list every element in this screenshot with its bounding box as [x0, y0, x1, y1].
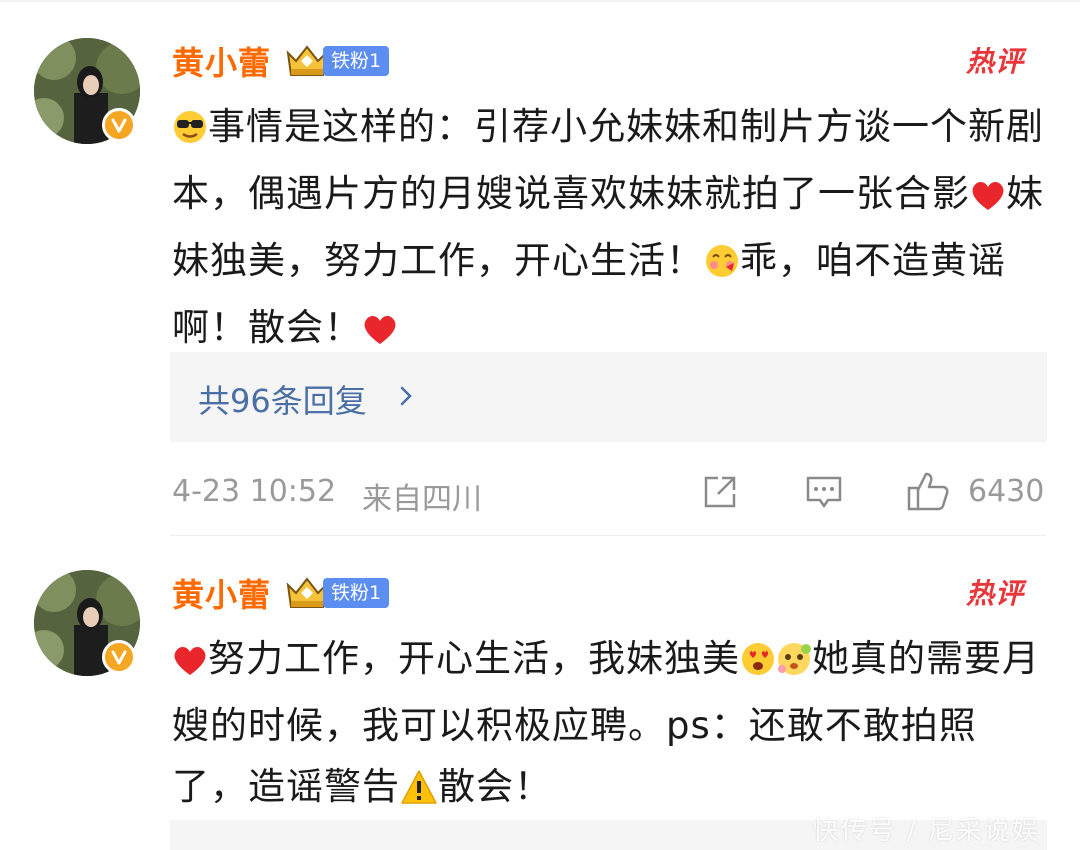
chevron-right-icon	[398, 384, 414, 412]
comment-text: 努力工作，开心生活，我妹独美 她真的需要月嫂的时候，我可以积极应聘。ps：还敢不…	[172, 628, 1052, 823]
hot-comment-tag: 热评	[965, 577, 1024, 610]
like-count: 6430	[968, 474, 1045, 509]
heart-icon	[970, 169, 1006, 230]
username[interactable]: 黄小蕾	[172, 570, 271, 616]
comment-item: 黄小蕾 铁粉1 热评 事情是这样的：引荐小允妹妹和制片方谈一个新剧本，偶遇片方的…	[0, 0, 1080, 535]
verified-v-icon	[102, 640, 136, 674]
flower-face-emoji-icon	[776, 634, 812, 695]
comment-item: 黄小蕾 铁粉1 热评 努力工作，开心生活，我妹独美 她真的需要月嫂的时候，我可以…	[0, 538, 1080, 850]
username[interactable]: 黄小蕾	[172, 38, 271, 84]
fan-badge[interactable]: 铁粉1	[323, 46, 390, 76]
view-replies-link[interactable]: 共96条回复	[198, 376, 367, 422]
heart-icon	[172, 634, 208, 695]
verified-v-icon	[102, 108, 136, 142]
thumbs-up-icon[interactable]	[906, 470, 950, 516]
location-source: 来自四川	[362, 482, 482, 517]
share-icon[interactable]	[700, 472, 740, 516]
kiss-emoji-icon	[704, 236, 740, 297]
hot-comment-tag: 热评	[965, 45, 1024, 78]
comment-text-part: 努力工作，开心生活，我妹独美	[208, 637, 740, 680]
watermark: 快传号 / 尼采说娱	[812, 816, 1040, 846]
fan-badge[interactable]: 铁粉1	[323, 578, 390, 608]
heart-eyes-emoji-icon	[740, 634, 776, 695]
warning-icon	[400, 762, 438, 823]
comment-divider	[170, 535, 1046, 536]
comment-text: 事情是这样的：引荐小允妹妹和制片方谈一个新剧本，偶遇片方的月嫂说喜欢妹妹就拍了一…	[172, 96, 1052, 364]
comment-text-part: 事情是这样的：引荐小允妹妹和制片方谈一个新剧本，偶遇片方的月嫂说喜欢妹妹就拍了一…	[172, 105, 1044, 215]
timestamp: 4-23 10:52	[172, 474, 337, 509]
username-row: 黄小蕾 铁粉1	[172, 570, 390, 616]
sunglasses-emoji-icon	[172, 102, 208, 163]
comment-meta-row: 4-23 10:52 来自四川 6430	[172, 470, 1047, 517]
username-row: 黄小蕾 铁粉1	[172, 38, 390, 84]
replies-panel[interactable]: 共96条回复	[170, 352, 1047, 442]
comment-icon[interactable]	[804, 472, 844, 516]
comment-text-part: 散会！	[438, 765, 552, 808]
